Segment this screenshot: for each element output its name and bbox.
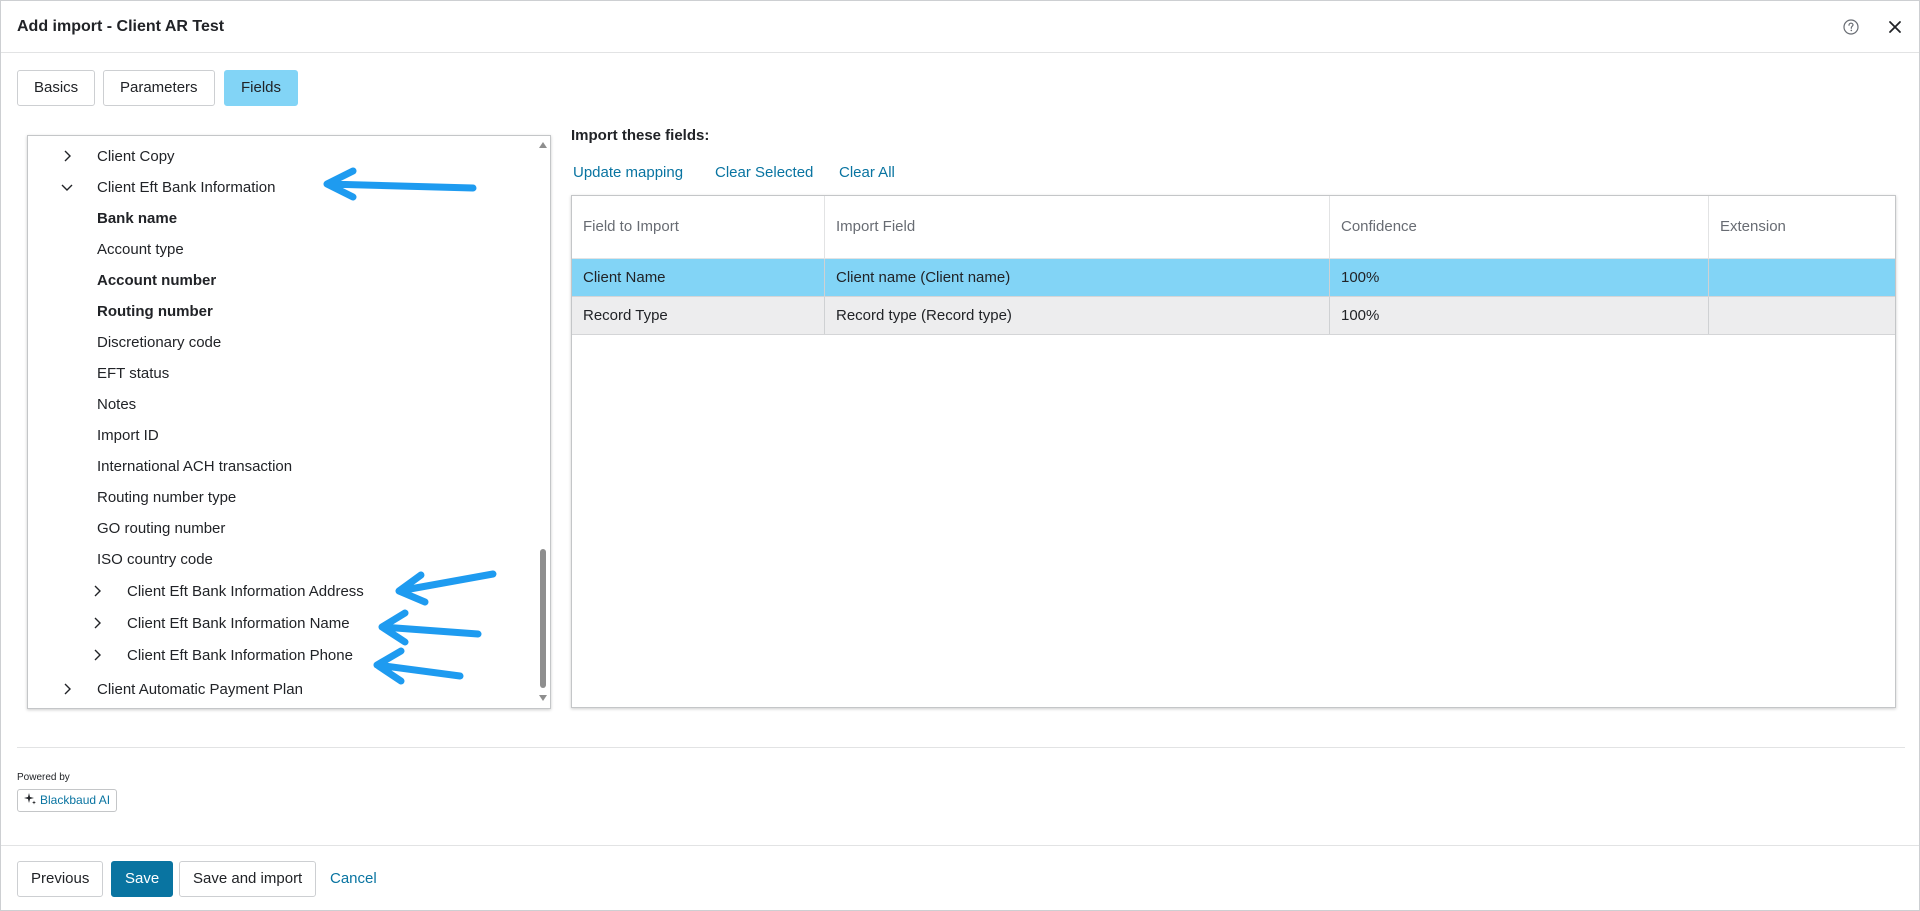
tree-item-label: Import ID (97, 427, 159, 444)
tree-field-go-routing-number[interactable]: GO routing number (28, 513, 538, 544)
column-header-import-field[interactable]: Import Field (825, 196, 1330, 258)
cell-confidence: 100% (1330, 259, 1709, 296)
powered-by-label: Powered by (17, 772, 70, 783)
chevron-down-icon[interactable] (60, 180, 74, 194)
footer-divider (1, 845, 1919, 846)
tree-item-client-eft-bank-information-address[interactable]: Client Eft Bank Information Address (28, 576, 538, 607)
previous-button[interactable]: Previous (17, 861, 104, 897)
tree-field-routing-number[interactable]: Routing number (28, 296, 538, 327)
tree-item-label: Client Eft Bank Information Name (127, 615, 350, 632)
tree-field-import-id[interactable]: Import ID (28, 420, 538, 451)
cell-extension (1709, 297, 1895, 334)
tab-parameters[interactable]: Parameters (103, 70, 215, 106)
tab-basics[interactable]: Basics (17, 70, 96, 106)
save-and-import-button[interactable]: Save and import (179, 861, 317, 897)
tree-item-client-eft-bank-information-phone[interactable]: Client Eft Bank Information Phone (28, 640, 538, 671)
chevron-right-icon[interactable] (90, 584, 104, 598)
tree-item-client-automatic-payment-plan[interactable]: Client Automatic Payment Plan (28, 674, 538, 705)
cancel-button[interactable]: Cancel (330, 870, 377, 887)
tree-item-label: Client Automatic Payment Plan (97, 681, 303, 698)
sparkle-icon (24, 793, 36, 805)
scroll-up-arrow-icon[interactable] (538, 141, 548, 149)
update-mapping-link[interactable]: Update mapping (573, 164, 683, 181)
tree-field-discretionary-code[interactable]: Discretionary code (28, 327, 538, 358)
table-row[interactable]: Client Name Client name (Client name) 10… (572, 259, 1895, 297)
tree-item-label: ISO country code (97, 551, 213, 568)
tree-field-account-type[interactable]: Account type (28, 234, 538, 265)
grid-header-row: Field to Import Import Field Confidence … (572, 196, 1895, 259)
tree-item-label: Client Eft Bank Information Address (127, 583, 364, 600)
tree-item-label: Client Eft Bank Information (97, 179, 276, 196)
question-circle-icon[interactable] (1843, 19, 1859, 35)
tree-field-eft-status[interactable]: EFT status (28, 358, 538, 389)
tree-item-label: Bank name (97, 210, 178, 227)
tree-field-notes[interactable]: Notes (28, 389, 538, 420)
tree-item-client-eft-bank-information[interactable]: Client Eft Bank Information (28, 172, 538, 203)
cell-extension (1709, 259, 1895, 296)
cell-import-field: Client name (Client name) (825, 259, 1330, 296)
tree-field-account-number[interactable]: Account number (28, 265, 538, 296)
tree-item-client-eft-bank-information-name[interactable]: Client Eft Bank Information Name (28, 608, 538, 639)
badge-label: Blackbaud AI (40, 793, 111, 807)
tree-item-label: Routing number (97, 303, 213, 320)
cell-field-to-import: Client Name (572, 259, 825, 296)
section-divider (17, 747, 1905, 748)
tree-field-routing-number-type[interactable]: Routing number type (28, 482, 538, 513)
cell-confidence: 100% (1330, 297, 1709, 334)
tree-item-label: Account type (97, 241, 184, 258)
dialog-header: Add import - Client AR Test (1, 1, 1919, 53)
save-button[interactable]: Save (111, 861, 174, 897)
tree-item-label: Routing number type (97, 489, 237, 506)
blackbaud-ai-badge[interactable]: Blackbaud AI (17, 789, 118, 812)
tree-scrollbar-thumb[interactable] (540, 549, 546, 688)
table-row[interactable]: Record Type Record type (Record type) 10… (572, 297, 1895, 335)
clear-selected-link[interactable]: Clear Selected (715, 164, 813, 181)
tree-item-label: Notes (97, 396, 137, 413)
tree-item-label: Client Eft Bank Information Phone (127, 647, 353, 664)
tree-item-label: GO routing number (97, 520, 226, 537)
tab-fields[interactable]: Fields (224, 70, 299, 106)
import-fields-label: Import these fields: (571, 127, 710, 144)
add-import-dialog: Add import - Client AR Test Basics Param… (0, 0, 1920, 911)
dialog-title: Add import - Client AR Test (17, 18, 225, 35)
tree-field-international-ach-transaction[interactable]: International ACH transaction (28, 451, 538, 482)
chevron-right-icon[interactable] (90, 648, 104, 662)
tree-item-label: Account number (97, 272, 217, 289)
tree-item-label: International ACH transaction (97, 458, 293, 475)
field-tree-panel: Client Copy Client Eft Bank Information … (27, 135, 551, 709)
cell-field-to-import: Record Type (572, 297, 825, 334)
scroll-down-arrow-icon[interactable] (538, 694, 548, 702)
tree-item-label: Discretionary code (97, 334, 222, 351)
chevron-right-icon[interactable] (60, 682, 74, 696)
chevron-right-icon[interactable] (60, 149, 74, 163)
tree-item-client-copy[interactable]: Client Copy (28, 141, 538, 172)
clear-all-link[interactable]: Clear All (839, 164, 895, 181)
column-header-extension[interactable]: Extension (1709, 196, 1895, 258)
import-fields-grid: Field to Import Import Field Confidence … (571, 195, 1896, 708)
chevron-right-icon[interactable] (90, 616, 104, 630)
column-header-field-to-import[interactable]: Field to Import (572, 196, 825, 258)
close-icon[interactable] (1887, 18, 1903, 36)
tree-field-iso-country-code[interactable]: ISO country code (28, 544, 538, 575)
cell-import-field: Record type (Record type) (825, 297, 1330, 334)
column-header-confidence[interactable]: Confidence (1330, 196, 1709, 258)
tree-field-bank-name[interactable]: Bank name (28, 203, 538, 234)
tree-item-label: Client Copy (97, 148, 175, 165)
tree-item-label: EFT status (97, 365, 170, 382)
